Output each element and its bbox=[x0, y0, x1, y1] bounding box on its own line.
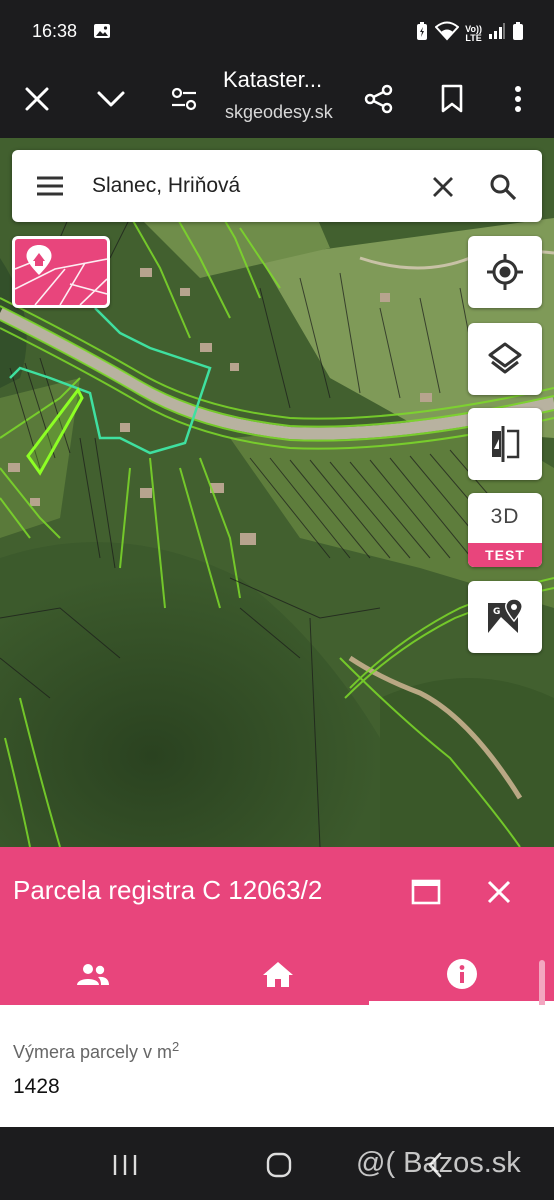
area-label-unit-sup: 2 bbox=[172, 1039, 180, 1054]
home-circle-icon bbox=[266, 1152, 292, 1178]
home-button[interactable] bbox=[249, 1145, 309, 1185]
system-nav-bar: @( Bazos.sk bbox=[0, 1127, 554, 1200]
close-icon bbox=[487, 880, 511, 904]
google-maps-button[interactable]: G bbox=[468, 581, 542, 653]
recent-apps-icon bbox=[113, 1155, 137, 1175]
search-input[interactable]: Slanec, Hriňová bbox=[92, 174, 240, 198]
chevron-down-icon bbox=[97, 91, 125, 107]
area-label: Výmera parcely v m2 bbox=[13, 1039, 179, 1063]
layers-icon bbox=[488, 342, 522, 374]
search-button[interactable] bbox=[482, 166, 524, 208]
more-vertical-icon bbox=[515, 86, 521, 112]
wifi-icon bbox=[434, 21, 460, 46]
home-icon bbox=[262, 962, 293, 987]
tab-info[interactable] bbox=[369, 943, 554, 1005]
tab-building[interactable] bbox=[185, 943, 370, 1005]
bookmark-button[interactable] bbox=[427, 74, 477, 124]
google-maps-icon: G bbox=[488, 598, 523, 633]
signal-icon bbox=[488, 22, 506, 45]
tune-icon bbox=[171, 87, 197, 111]
people-icon bbox=[76, 964, 109, 985]
more-options-button[interactable] bbox=[493, 74, 543, 124]
battery-saver-icon bbox=[415, 21, 429, 46]
compare-icon bbox=[492, 426, 520, 462]
clear-search-button[interactable] bbox=[422, 166, 464, 208]
minimize-button[interactable] bbox=[86, 74, 136, 124]
status-time: 16:38 bbox=[32, 21, 78, 41]
status-icons: Vo)) LTE bbox=[415, 21, 524, 46]
browser-toolbar: Kataster... skgeodesy.sk bbox=[0, 62, 554, 138]
menu-icon bbox=[37, 176, 63, 196]
battery-icon bbox=[512, 21, 524, 46]
recent-apps-button[interactable] bbox=[95, 1145, 155, 1185]
parcel-title: Parcela registra C 12063/2 bbox=[13, 875, 323, 905]
area-value: 1428 bbox=[13, 1075, 60, 1098]
close-panel-button[interactable] bbox=[476, 869, 522, 915]
volte-icon: Vo)) LTE bbox=[465, 24, 482, 43]
test-badge: TEST bbox=[468, 543, 542, 567]
my-location-button[interactable] bbox=[468, 236, 542, 308]
volte-bottom-text: LTE bbox=[465, 32, 482, 43]
watermark: @( Bazos.sk bbox=[356, 1147, 521, 1179]
close-icon bbox=[25, 87, 49, 111]
expand-panel-button[interactable] bbox=[403, 869, 449, 915]
image-icon bbox=[93, 23, 111, 44]
info-icon bbox=[446, 959, 477, 989]
my-location-icon bbox=[487, 254, 523, 290]
area-label-text: Výmera parcely v m bbox=[13, 1042, 173, 1062]
fullscreen-icon bbox=[411, 879, 441, 905]
svg-text:G: G bbox=[493, 607, 500, 617]
3d-view-button[interactable]: 3D TEST bbox=[468, 493, 542, 567]
close-tab-button[interactable] bbox=[12, 74, 62, 124]
3d-label: 3D bbox=[490, 505, 520, 528]
page-title: Kataster... bbox=[223, 67, 323, 92]
close-icon bbox=[433, 177, 453, 197]
map-view[interactable]: Slanec, Hriňová 3D TEST G bbox=[0, 138, 554, 847]
search-icon bbox=[490, 174, 517, 201]
bookmark-icon bbox=[441, 84, 463, 113]
share-button[interactable] bbox=[354, 74, 404, 124]
share-icon bbox=[364, 84, 393, 114]
search-box[interactable]: Slanec, Hriňová bbox=[12, 150, 542, 222]
compare-button[interactable] bbox=[468, 408, 542, 480]
cadastre-layer-thumbnail[interactable] bbox=[12, 236, 110, 308]
parcel-panel-header: Parcela registra C 12063/2 bbox=[0, 847, 554, 1018]
layers-button[interactable] bbox=[468, 323, 542, 395]
site-settings-button[interactable] bbox=[159, 74, 209, 124]
cadastre-map-icon bbox=[15, 245, 107, 305]
status-bar: 16:38 Vo)) LTE bbox=[0, 0, 554, 62]
menu-button[interactable] bbox=[30, 166, 70, 206]
parcel-info-body: Výmera parcely v m2 1428 bbox=[0, 1005, 554, 1127]
page-url: skgeodesy.sk bbox=[225, 102, 333, 122]
tab-owners[interactable] bbox=[0, 943, 185, 1005]
